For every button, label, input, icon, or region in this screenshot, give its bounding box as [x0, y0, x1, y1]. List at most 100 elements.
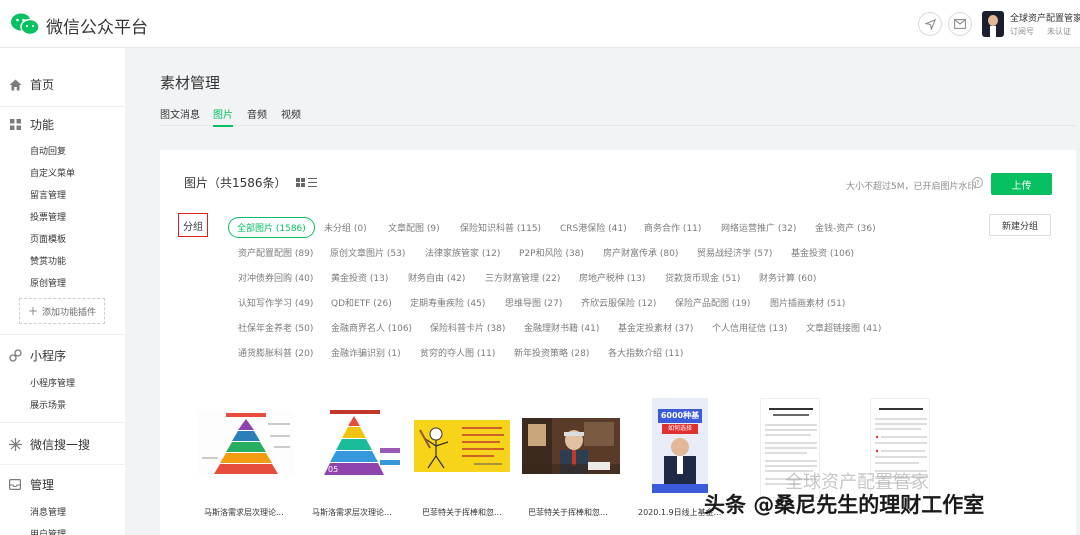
top-header: 微信公众平台 全球资产配置管家 订阅号 未认证	[0, 0, 1080, 48]
category-tag[interactable]: 金融商界名人 (106)	[331, 321, 412, 334]
category-tag[interactable]: 贫穷的夺人图 (11)	[420, 346, 495, 359]
account-name[interactable]: 全球资产配置管家	[1010, 11, 1080, 24]
category-tag[interactable]: 未分组 (0)	[324, 221, 367, 234]
svg-text:05: 05	[328, 465, 338, 474]
sidebar-item-users[interactable]: 用户管理	[30, 527, 66, 535]
category-all[interactable]: 全部图片 (1586)	[228, 217, 315, 238]
thumbnail-caption[interactable]: 马斯洛需求层次理论...	[312, 507, 392, 518]
category-tag[interactable]: 新年投资策略 (28)	[514, 346, 589, 359]
sidebar: 首页 功能 自动回复 自定义菜单 留言管理 投票管理 页面模板 赞赏功能 原创管…	[0, 48, 125, 535]
category-tag[interactable]: 文章配图 (9)	[388, 221, 440, 234]
sidebar-item-messages[interactable]: 消息管理	[30, 505, 66, 518]
section-title: 图片（共1586条）	[184, 176, 287, 190]
category-tag[interactable]: 认知写作学习 (49)	[238, 296, 313, 309]
category-tag[interactable]: 齐欣云服保险 (12)	[581, 296, 656, 309]
category-tag[interactable]: 三方财富管理 (22)	[485, 271, 560, 284]
category-tag[interactable]: 金融理财书籍 (41)	[524, 321, 599, 334]
pyramid-3d-image[interactable]: 05	[306, 408, 402, 478]
category-tag[interactable]: 贸易战经济学 (57)	[697, 246, 772, 259]
category-tag[interactable]: 各大指数介绍 (11)	[608, 346, 683, 359]
sidebar-item-manage[interactable]: 管理	[8, 476, 54, 493]
sidebar-item-mini-program-manage[interactable]: 小程序管理	[30, 376, 75, 389]
home-icon	[8, 78, 22, 92]
divider	[0, 106, 125, 107]
category-tag[interactable]: 房地产税种 (13)	[579, 271, 645, 284]
new-group-button[interactable]: 新建分组	[989, 214, 1051, 236]
mail-icon[interactable]	[948, 12, 972, 36]
sidebar-item-home[interactable]: 首页	[8, 76, 54, 93]
category-tag[interactable]: 网络运营推广 (32)	[721, 221, 796, 234]
sidebar-item-comments[interactable]: 留言管理	[30, 188, 66, 201]
category-tag[interactable]: 思维导图 (27)	[505, 296, 562, 309]
sidebar-item-page-template[interactable]: 页面模板	[30, 232, 66, 245]
category-tag[interactable]: 图片插画素材 (51)	[770, 296, 845, 309]
category-tag[interactable]: 个人信用征信 (13)	[712, 321, 787, 334]
poster-image[interactable]: 6000种基金 如何选择	[652, 398, 708, 493]
app-title[interactable]: 微信公众平台	[46, 13, 148, 38]
category-tag[interactable]: CRS港保险 (41)	[560, 221, 627, 234]
quote-card-image[interactable]	[414, 420, 510, 472]
sidebar-item-label: 首页	[30, 78, 55, 92]
wechat-logo-icon[interactable]	[10, 12, 40, 36]
category-tag[interactable]: 房产财富传承 (80)	[603, 246, 678, 259]
category-tag[interactable]: 保险产品配图 (19)	[675, 296, 750, 309]
category-tag[interactable]: 基金定投素材 (37)	[618, 321, 693, 334]
plus-icon: +	[27, 304, 39, 318]
add-plugin-label: 添加功能插件	[42, 307, 97, 318]
list-view-icon[interactable]	[308, 178, 317, 187]
thumbnail-caption[interactable]: 马斯洛需求层次理论...	[204, 507, 284, 518]
category-tag[interactable]: 保险科普卡片 (38)	[430, 321, 505, 334]
help-icon[interactable]: ?	[972, 177, 983, 188]
watermark-text: 头条 @桑尼先生的理财工作室	[704, 493, 985, 517]
category-tag[interactable]: 商务合作 (11)	[644, 221, 701, 234]
tab-audio[interactable]: 音频	[247, 106, 267, 121]
grid-view-icon[interactable]	[296, 178, 305, 187]
sidebar-item-appreciation[interactable]: 赞赏功能	[30, 254, 66, 267]
group-label: 分组	[178, 213, 208, 237]
category-tag[interactable]: 文章超链接图 (41)	[806, 321, 881, 334]
sidebar-item-auto-reply[interactable]: 自动回复	[30, 144, 66, 157]
upload-button[interactable]: 上传	[991, 173, 1052, 195]
add-plugin-button[interactable]: + 添加功能插件	[19, 298, 105, 324]
category-tag[interactable]: 保险知识科普 (115)	[460, 221, 541, 234]
sidebar-item-display-scene[interactable]: 展示场景	[30, 398, 66, 411]
category-tag[interactable]: 基金投资 (106)	[791, 246, 854, 259]
tab-video[interactable]: 视频	[281, 106, 301, 121]
sparkle-icon	[8, 438, 22, 452]
category-tag[interactable]: 金融诈骗识别 (1)	[331, 346, 401, 359]
category-tag[interactable]: 原创文章图片 (53)	[330, 246, 405, 259]
category-tag[interactable]: 社保年金养老 (50)	[238, 321, 313, 334]
sidebar-item-wechat-search[interactable]: 微信搜一搜	[8, 436, 90, 453]
category-tag[interactable]: 通货膨胀科普 (20)	[238, 346, 313, 359]
photo-image[interactable]	[522, 418, 620, 474]
category-tag[interactable]: 黄金投资 (13)	[331, 271, 388, 284]
thumbnail-caption[interactable]: 巴菲特关于挥棒和忽...	[422, 507, 502, 518]
category-tag[interactable]: 法律家族管家 (12)	[425, 246, 500, 259]
pyramid-image[interactable]	[198, 410, 294, 476]
sidebar-item-label: 微信搜一搜	[30, 438, 91, 452]
sidebar-item-custom-menu[interactable]: 自定义菜单	[30, 166, 75, 179]
category-tag[interactable]: 对冲债券回购 (40)	[238, 271, 313, 284]
sidebar-item-votes[interactable]: 投票管理	[30, 210, 66, 223]
thumbnail-caption[interactable]: 巴菲特关于挥棒和忽...	[528, 507, 608, 518]
poster-title: 6000种基金	[658, 409, 702, 434]
inbox-icon	[8, 478, 22, 492]
sidebar-item-functions[interactable]: 功能	[8, 116, 54, 133]
category-tag[interactable]: 财务计算 (60)	[759, 271, 816, 284]
category-tag[interactable]: 财务自由 (42)	[408, 271, 465, 284]
category-tag[interactable]: 资产配置配图 (89)	[238, 246, 313, 259]
category-tag[interactable]: 金钱-资产 (36)	[815, 221, 876, 234]
tab-images[interactable]: 图片	[213, 106, 233, 127]
category-tag[interactable]: P2P和风险 (38)	[519, 246, 584, 259]
category-tag[interactable]: 贷款货币现金 (51)	[665, 271, 740, 284]
sidebar-item-label: 功能	[30, 118, 55, 132]
sidebar-item-original[interactable]: 原创管理	[30, 276, 66, 289]
divider	[0, 422, 125, 423]
tab-articles[interactable]: 图文消息	[160, 106, 200, 121]
sidebar-item-mini-program[interactable]: 小程序	[8, 347, 66, 364]
material-tabs: 图文消息 图片 音频 视频	[160, 106, 1076, 127]
category-tag[interactable]: QD和ETF (26)	[331, 296, 392, 309]
location-arrow-icon[interactable]	[918, 12, 942, 36]
category-tag[interactable]: 定期寿重疾险 (45)	[410, 296, 485, 309]
avatar[interactable]	[982, 11, 1004, 37]
